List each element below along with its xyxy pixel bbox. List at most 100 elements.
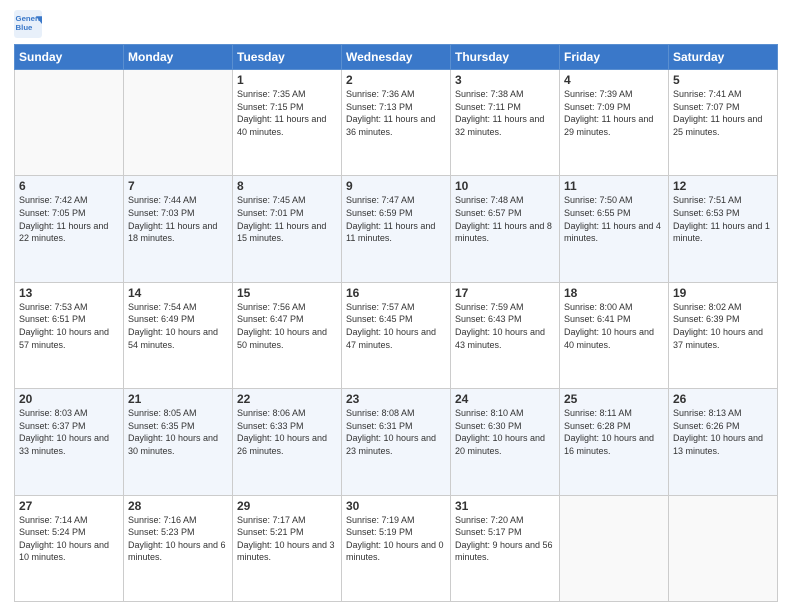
logo: General Blue xyxy=(14,10,46,38)
day-number: 1 xyxy=(237,73,337,87)
day-info: Sunrise: 8:10 AMSunset: 6:30 PMDaylight:… xyxy=(455,407,555,457)
day-number: 19 xyxy=(673,286,773,300)
calendar-dow-thursday: Thursday xyxy=(451,45,560,70)
day-number: 22 xyxy=(237,392,337,406)
calendar-cell: 8Sunrise: 7:45 AMSunset: 7:01 PMDaylight… xyxy=(233,176,342,282)
day-info: Sunrise: 7:39 AMSunset: 7:09 PMDaylight:… xyxy=(564,88,664,138)
day-info: Sunrise: 7:56 AMSunset: 6:47 PMDaylight:… xyxy=(237,301,337,351)
day-number: 28 xyxy=(128,499,228,513)
day-number: 21 xyxy=(128,392,228,406)
calendar-week-row: 6Sunrise: 7:42 AMSunset: 7:05 PMDaylight… xyxy=(15,176,778,282)
calendar-cell: 29Sunrise: 7:17 AMSunset: 5:21 PMDayligh… xyxy=(233,495,342,601)
day-number: 14 xyxy=(128,286,228,300)
calendar-cell: 28Sunrise: 7:16 AMSunset: 5:23 PMDayligh… xyxy=(124,495,233,601)
day-info: Sunrise: 7:51 AMSunset: 6:53 PMDaylight:… xyxy=(673,194,773,244)
calendar-cell: 20Sunrise: 8:03 AMSunset: 6:37 PMDayligh… xyxy=(15,389,124,495)
calendar-cell: 31Sunrise: 7:20 AMSunset: 5:17 PMDayligh… xyxy=(451,495,560,601)
day-info: Sunrise: 7:57 AMSunset: 6:45 PMDaylight:… xyxy=(346,301,446,351)
day-number: 31 xyxy=(455,499,555,513)
day-info: Sunrise: 7:38 AMSunset: 7:11 PMDaylight:… xyxy=(455,88,555,138)
calendar-cell: 25Sunrise: 8:11 AMSunset: 6:28 PMDayligh… xyxy=(560,389,669,495)
day-info: Sunrise: 7:16 AMSunset: 5:23 PMDaylight:… xyxy=(128,514,228,564)
day-info: Sunrise: 7:45 AMSunset: 7:01 PMDaylight:… xyxy=(237,194,337,244)
header: General Blue xyxy=(14,10,778,38)
day-info: Sunrise: 8:00 AMSunset: 6:41 PMDaylight:… xyxy=(564,301,664,351)
day-number: 13 xyxy=(19,286,119,300)
calendar-cell: 17Sunrise: 7:59 AMSunset: 6:43 PMDayligh… xyxy=(451,282,560,388)
calendar-week-row: 1Sunrise: 7:35 AMSunset: 7:15 PMDaylight… xyxy=(15,70,778,176)
day-number: 29 xyxy=(237,499,337,513)
day-info: Sunrise: 7:35 AMSunset: 7:15 PMDaylight:… xyxy=(237,88,337,138)
day-info: Sunrise: 7:50 AMSunset: 6:55 PMDaylight:… xyxy=(564,194,664,244)
calendar-week-row: 13Sunrise: 7:53 AMSunset: 6:51 PMDayligh… xyxy=(15,282,778,388)
day-info: Sunrise: 7:36 AMSunset: 7:13 PMDaylight:… xyxy=(346,88,446,138)
day-number: 23 xyxy=(346,392,446,406)
calendar-cell: 24Sunrise: 8:10 AMSunset: 6:30 PMDayligh… xyxy=(451,389,560,495)
day-number: 4 xyxy=(564,73,664,87)
day-info: Sunrise: 7:14 AMSunset: 5:24 PMDaylight:… xyxy=(19,514,119,564)
page: General Blue SundayMondayTuesdayWednesda… xyxy=(0,0,792,612)
calendar-cell: 26Sunrise: 8:13 AMSunset: 6:26 PMDayligh… xyxy=(669,389,778,495)
calendar-cell: 4Sunrise: 7:39 AMSunset: 7:09 PMDaylight… xyxy=(560,70,669,176)
day-info: Sunrise: 8:13 AMSunset: 6:26 PMDaylight:… xyxy=(673,407,773,457)
calendar-cell xyxy=(669,495,778,601)
calendar-dow-friday: Friday xyxy=(560,45,669,70)
day-number: 6 xyxy=(19,179,119,193)
day-number: 27 xyxy=(19,499,119,513)
day-number: 8 xyxy=(237,179,337,193)
calendar-cell: 5Sunrise: 7:41 AMSunset: 7:07 PMDaylight… xyxy=(669,70,778,176)
day-number: 12 xyxy=(673,179,773,193)
day-info: Sunrise: 7:48 AMSunset: 6:57 PMDaylight:… xyxy=(455,194,555,244)
calendar-cell: 15Sunrise: 7:56 AMSunset: 6:47 PMDayligh… xyxy=(233,282,342,388)
day-number: 16 xyxy=(346,286,446,300)
calendar-cell xyxy=(124,70,233,176)
day-info: Sunrise: 7:19 AMSunset: 5:19 PMDaylight:… xyxy=(346,514,446,564)
calendar-cell xyxy=(15,70,124,176)
calendar-cell: 6Sunrise: 7:42 AMSunset: 7:05 PMDaylight… xyxy=(15,176,124,282)
calendar-dow-saturday: Saturday xyxy=(669,45,778,70)
day-info: Sunrise: 7:17 AMSunset: 5:21 PMDaylight:… xyxy=(237,514,337,564)
calendar-cell: 30Sunrise: 7:19 AMSunset: 5:19 PMDayligh… xyxy=(342,495,451,601)
day-number: 15 xyxy=(237,286,337,300)
calendar-cell: 7Sunrise: 7:44 AMSunset: 7:03 PMDaylight… xyxy=(124,176,233,282)
calendar-cell: 23Sunrise: 8:08 AMSunset: 6:31 PMDayligh… xyxy=(342,389,451,495)
calendar-cell: 21Sunrise: 8:05 AMSunset: 6:35 PMDayligh… xyxy=(124,389,233,495)
day-number: 25 xyxy=(564,392,664,406)
day-number: 26 xyxy=(673,392,773,406)
calendar-cell: 1Sunrise: 7:35 AMSunset: 7:15 PMDaylight… xyxy=(233,70,342,176)
day-number: 7 xyxy=(128,179,228,193)
day-info: Sunrise: 8:11 AMSunset: 6:28 PMDaylight:… xyxy=(564,407,664,457)
day-info: Sunrise: 7:59 AMSunset: 6:43 PMDaylight:… xyxy=(455,301,555,351)
day-info: Sunrise: 7:44 AMSunset: 7:03 PMDaylight:… xyxy=(128,194,228,244)
day-number: 9 xyxy=(346,179,446,193)
calendar-dow-wednesday: Wednesday xyxy=(342,45,451,70)
day-number: 24 xyxy=(455,392,555,406)
calendar-cell: 27Sunrise: 7:14 AMSunset: 5:24 PMDayligh… xyxy=(15,495,124,601)
day-number: 30 xyxy=(346,499,446,513)
day-number: 10 xyxy=(455,179,555,193)
day-info: Sunrise: 8:03 AMSunset: 6:37 PMDaylight:… xyxy=(19,407,119,457)
calendar-dow-monday: Monday xyxy=(124,45,233,70)
generalblue-logo-icon: General Blue xyxy=(14,10,42,38)
calendar-table: SundayMondayTuesdayWednesdayThursdayFrid… xyxy=(14,44,778,602)
day-info: Sunrise: 8:06 AMSunset: 6:33 PMDaylight:… xyxy=(237,407,337,457)
day-info: Sunrise: 7:42 AMSunset: 7:05 PMDaylight:… xyxy=(19,194,119,244)
calendar-week-row: 20Sunrise: 8:03 AMSunset: 6:37 PMDayligh… xyxy=(15,389,778,495)
day-number: 17 xyxy=(455,286,555,300)
day-number: 2 xyxy=(346,73,446,87)
calendar-cell: 19Sunrise: 8:02 AMSunset: 6:39 PMDayligh… xyxy=(669,282,778,388)
calendar-cell xyxy=(560,495,669,601)
calendar-cell: 18Sunrise: 8:00 AMSunset: 6:41 PMDayligh… xyxy=(560,282,669,388)
calendar-cell: 12Sunrise: 7:51 AMSunset: 6:53 PMDayligh… xyxy=(669,176,778,282)
calendar-cell: 13Sunrise: 7:53 AMSunset: 6:51 PMDayligh… xyxy=(15,282,124,388)
calendar-cell: 10Sunrise: 7:48 AMSunset: 6:57 PMDayligh… xyxy=(451,176,560,282)
day-info: Sunrise: 8:02 AMSunset: 6:39 PMDaylight:… xyxy=(673,301,773,351)
calendar-week-row: 27Sunrise: 7:14 AMSunset: 5:24 PMDayligh… xyxy=(15,495,778,601)
calendar-dow-tuesday: Tuesday xyxy=(233,45,342,70)
day-info: Sunrise: 8:05 AMSunset: 6:35 PMDaylight:… xyxy=(128,407,228,457)
day-number: 20 xyxy=(19,392,119,406)
day-info: Sunrise: 7:20 AMSunset: 5:17 PMDaylight:… xyxy=(455,514,555,564)
calendar-cell: 11Sunrise: 7:50 AMSunset: 6:55 PMDayligh… xyxy=(560,176,669,282)
day-number: 18 xyxy=(564,286,664,300)
calendar-header-row: SundayMondayTuesdayWednesdayThursdayFrid… xyxy=(15,45,778,70)
